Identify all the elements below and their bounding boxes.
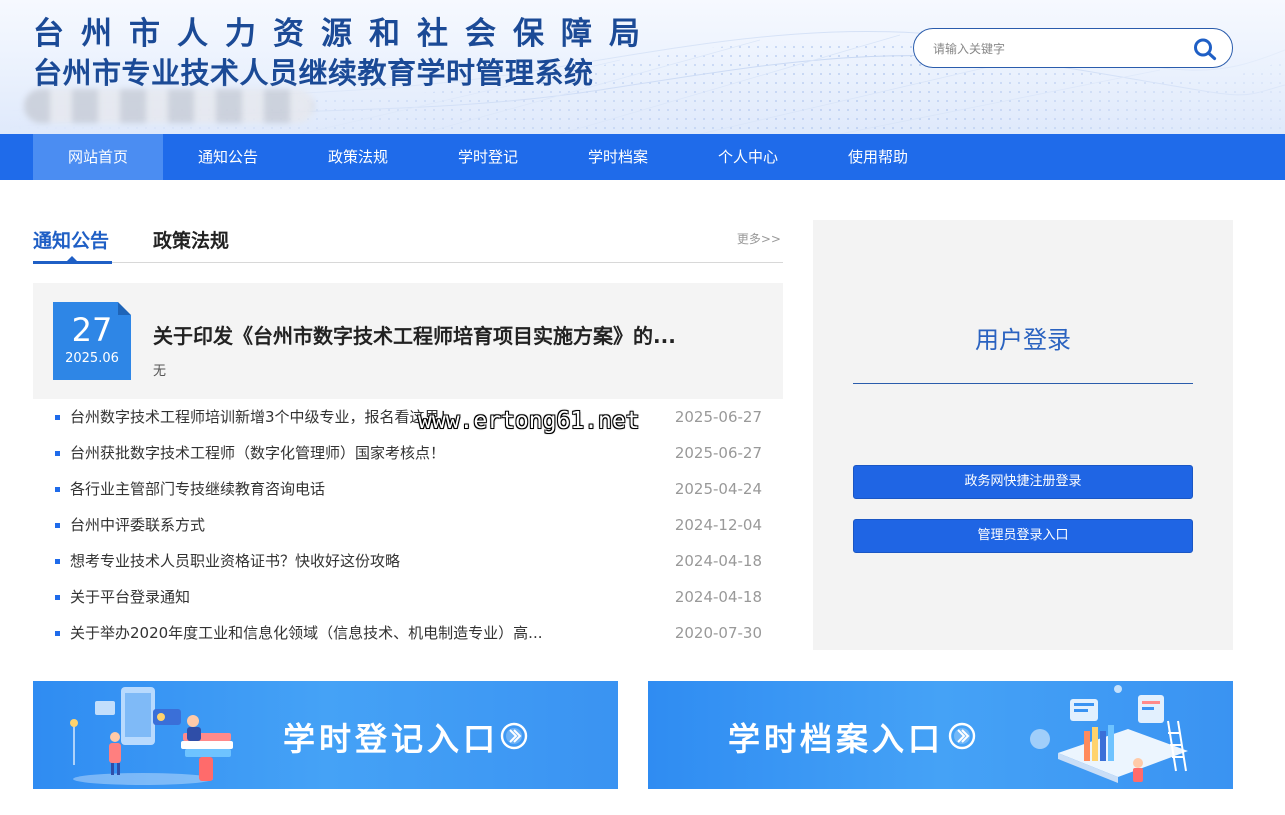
list-item[interactable]: 台州中评委联系方式 2024-12-04 [33, 507, 783, 543]
blurred-subtitle [24, 89, 314, 123]
login-title: 用户登录 [975, 326, 1071, 354]
news-date: 2020-07-30 [674, 624, 762, 642]
bullet-icon [55, 595, 60, 600]
list-item[interactable]: 台州数字技术工程师培训新增3个中级专业，报名看这里！ 2025-06-27 [33, 399, 783, 435]
hours-archive-banner[interactable]: 学时档案入口 [648, 681, 1233, 789]
nav-item-personal-center[interactable]: 个人中心 [683, 134, 813, 180]
bullet-icon [55, 559, 60, 564]
featured-year-month: 2025.06 [65, 351, 119, 366]
news-date: 2025-06-27 [674, 408, 762, 426]
active-tab-caret-icon [67, 256, 77, 261]
news-title[interactable]: 台州获批数字技术工程师（数字化管理师）国家考核点！ [70, 435, 630, 471]
featured-news[interactable]: 27 2025.06 关于印发《台州市数字技术工程师培育项目实施方案》的... … [33, 283, 783, 399]
bullet-icon [55, 523, 60, 528]
tab-notices[interactable]: 通知公告 [33, 226, 109, 253]
nav-item-help[interactable]: 使用帮助 [813, 134, 943, 180]
news-title[interactable]: 关于平台登录通知 [70, 579, 630, 615]
main-nav: 网站首页 通知公告 政策法规 学时登记 学时档案 个人中心 使用帮助 [0, 134, 1285, 180]
bullet-icon [55, 631, 60, 636]
active-tab-underline [33, 261, 112, 264]
archive-illustration-icon [1030, 685, 1188, 783]
featured-day: 27 [71, 311, 113, 349]
nav-item-policies[interactable]: 政策法规 [293, 134, 423, 180]
search-icon[interactable] [1192, 37, 1218, 61]
featured-summary: 无 [153, 364, 167, 379]
nav-item-home[interactable]: 网站首页 [33, 134, 163, 180]
nav-item-notices[interactable]: 通知公告 [163, 134, 293, 180]
bullet-icon [55, 415, 60, 420]
nav-item-hours-archive[interactable]: 学时档案 [553, 134, 683, 180]
gov-quick-login-button[interactable]: 政务网快捷注册登录 [853, 465, 1193, 499]
list-item[interactable]: 想考专业技术人员职业资格证书？快收好这份攻略 2024-04-18 [33, 543, 783, 579]
hours-archive-label[interactable]: 学时档案入口 [728, 714, 944, 760]
system-title: 台州市专业技术人员继续教育学时管理系统 [33, 56, 594, 90]
news-date: 2025-04-24 [674, 480, 762, 498]
list-item[interactable]: 关于举办2020年度工业和信息化领域（信息技术、机电制造专业）高... 2020-… [33, 615, 783, 651]
site-header: 台州市人力资源和社会保障局 台州市专业技术人员继续教育学时管理系统 [0, 0, 1285, 134]
featured-title[interactable]: 关于印发《台州市数字技术工程师培育项目实施方案》的... [153, 320, 753, 349]
arrow-right-circle-icon [948, 722, 976, 750]
arrow-right-circle-icon [500, 722, 528, 750]
list-item[interactable]: 各行业主管部门专技继续教育咨询电话 2025-04-24 [33, 471, 783, 507]
hours-register-banner[interactable]: 学时登记入口 [33, 681, 618, 789]
tab-policies[interactable]: 政策法规 [153, 226, 229, 253]
news-date: 2025-06-27 [674, 444, 762, 462]
login-panel: 用户登录 政务网快捷注册登录 管理员登录入口 [813, 220, 1233, 650]
site-watermark: www.ertong61.net [418, 408, 640, 434]
more-link[interactable]: 更多>> [737, 230, 781, 247]
list-item[interactable]: 台州获批数字技术工程师（数字化管理师）国家考核点！ 2025-06-27 [33, 435, 783, 471]
news-list: 台州数字技术工程师培训新增3个中级专业，报名看这里！ 2025-06-27 台州获… [33, 399, 783, 651]
bullet-icon [55, 487, 60, 492]
news-title[interactable]: 台州中评委联系方式 [70, 507, 630, 543]
news-date: 2024-04-18 [674, 552, 762, 570]
news-title[interactable]: 关于举办2020年度工业和信息化领域（信息技术、机电制造专业）高... [70, 615, 630, 651]
admin-login-button[interactable]: 管理员登录入口 [853, 519, 1193, 553]
featured-date-badge: 27 2025.06 [53, 302, 131, 380]
nav-item-hours-register[interactable]: 学时登记 [423, 134, 553, 180]
hours-register-label[interactable]: 学时登记入口 [283, 714, 499, 760]
search-input[interactable] [933, 38, 1183, 60]
study-illustration-icon [70, 687, 233, 785]
news-tabs: 通知公告 政策法规 更多>> [33, 220, 783, 264]
news-date: 2024-04-18 [674, 588, 762, 606]
list-item[interactable]: 关于平台登录通知 2024-04-18 [33, 579, 783, 615]
login-divider [853, 383, 1193, 384]
bullet-icon [55, 451, 60, 456]
search-box [913, 28, 1233, 68]
news-title[interactable]: 各行业主管部门专技继续教育咨询电话 [70, 471, 630, 507]
bureau-title: 台州市人力资源和社会保障局 [33, 16, 657, 52]
news-title[interactable]: 想考专业技术人员职业资格证书？快收好这份攻略 [70, 543, 630, 579]
news-date: 2024-12-04 [674, 516, 762, 534]
